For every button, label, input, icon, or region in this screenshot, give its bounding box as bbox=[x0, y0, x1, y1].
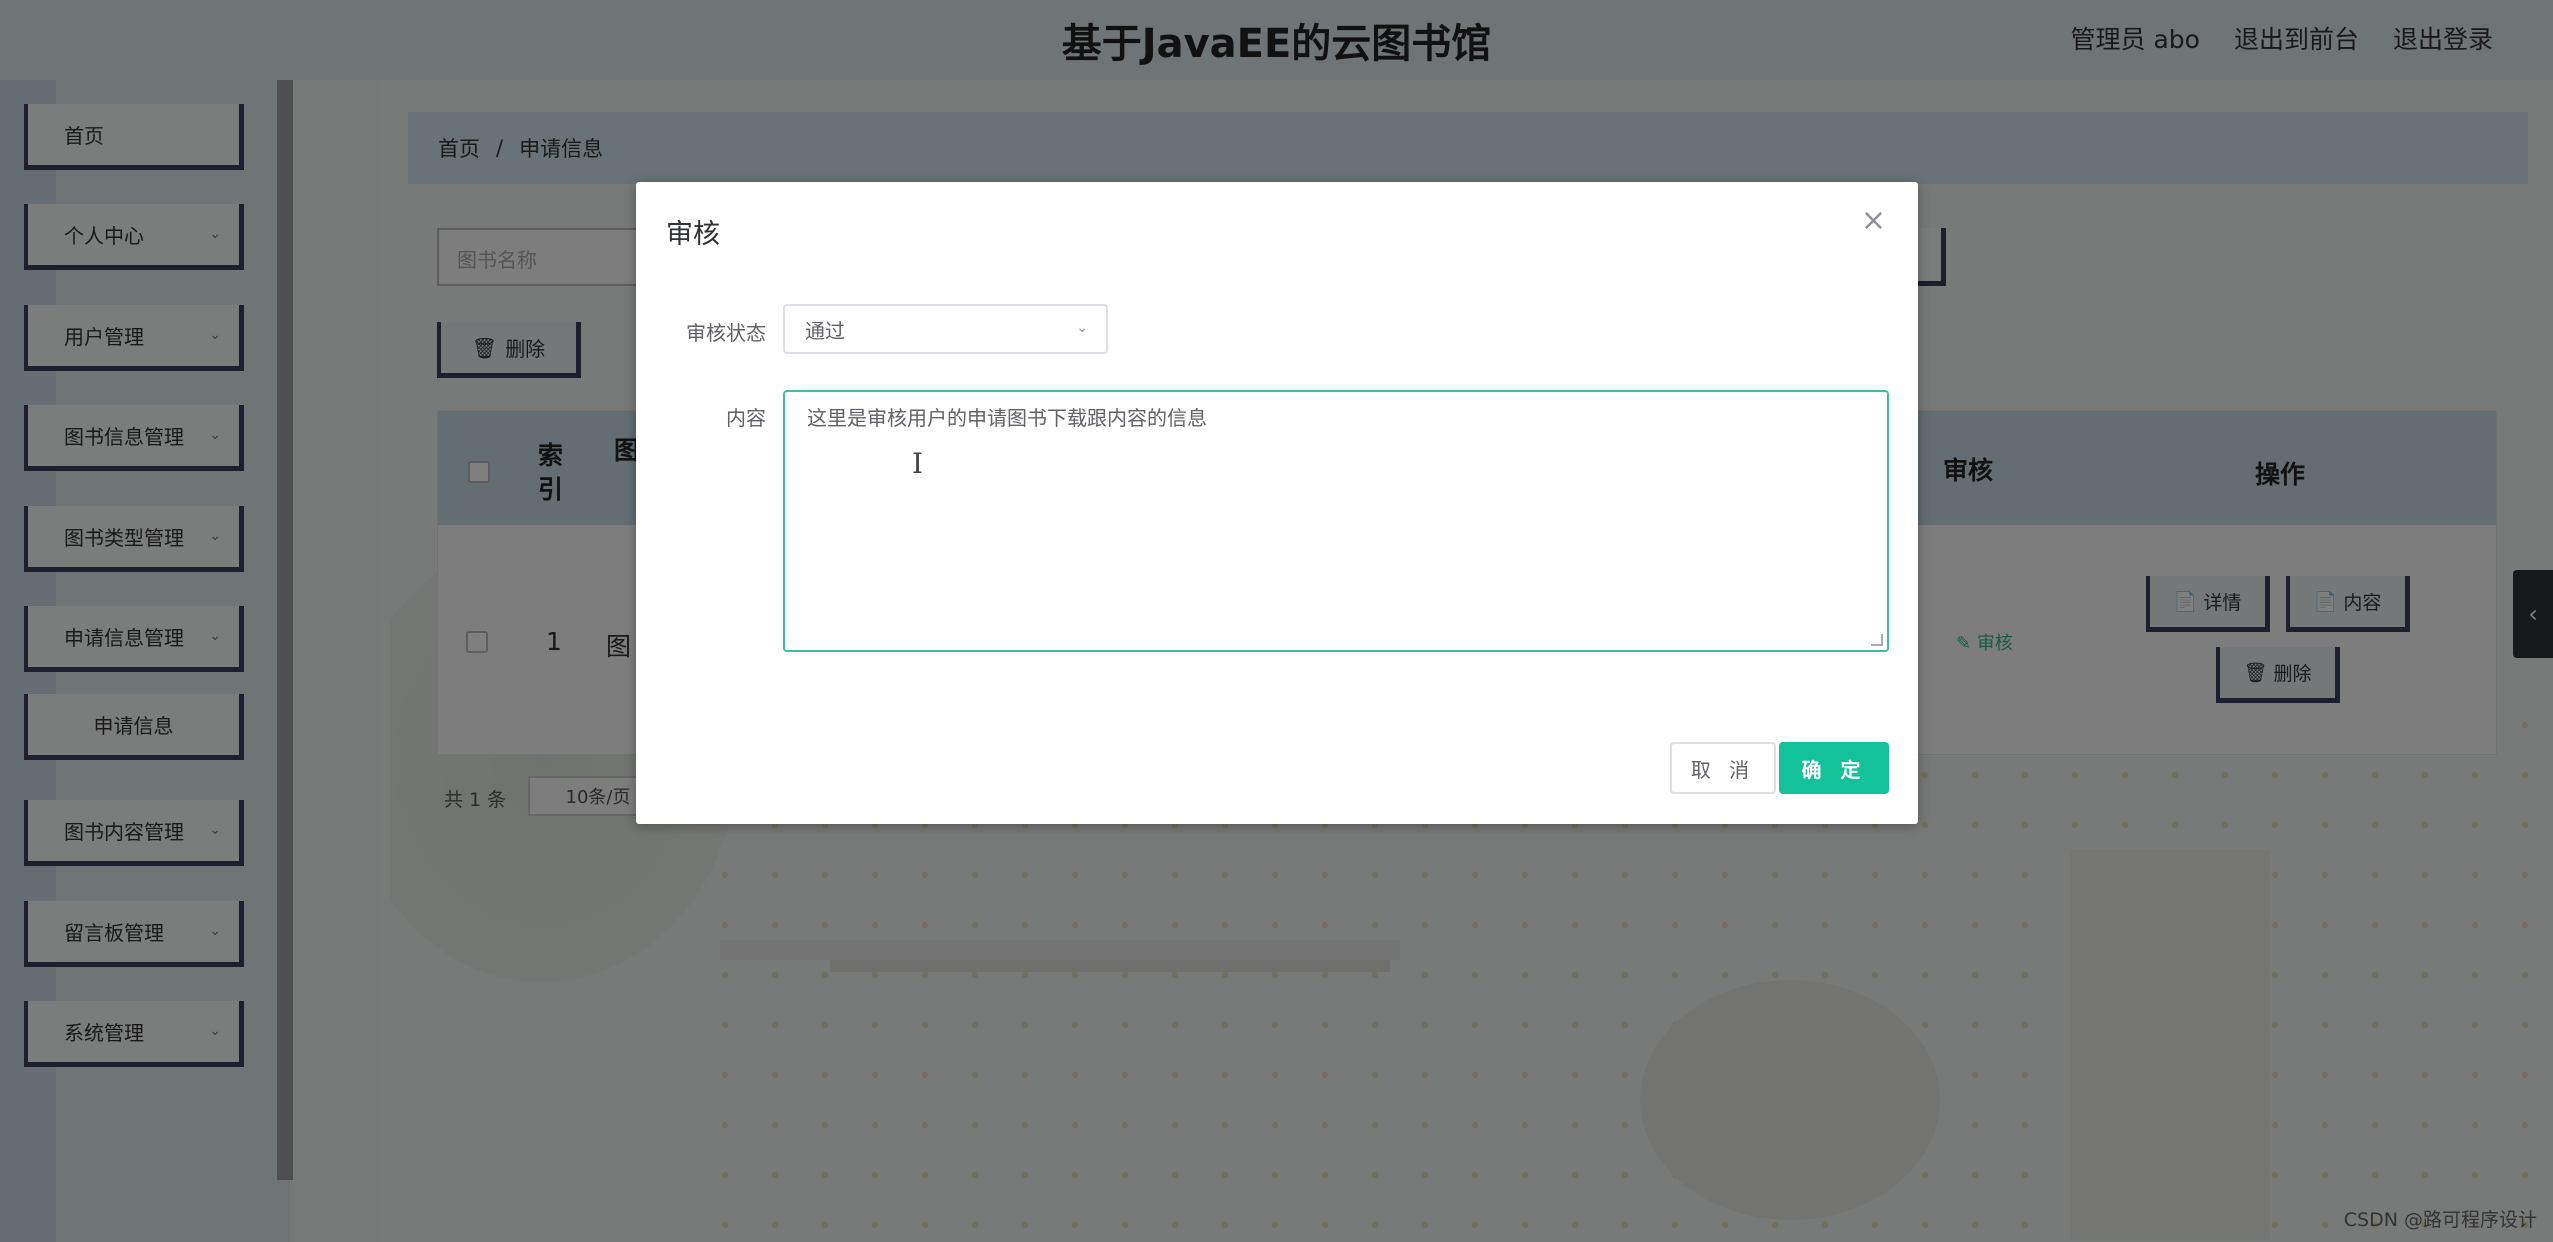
content-textarea-wrapper: 这里是审核用户的申请图书下载跟内容的信息 bbox=[783, 390, 1889, 652]
chevron-down-icon: ⌄ bbox=[1076, 320, 1088, 336]
content-label: 内容 bbox=[726, 406, 766, 430]
audit-status-label: 审核状态 bbox=[686, 321, 766, 345]
audit-status-select[interactable]: 通过 ⌄ bbox=[783, 304, 1108, 354]
resize-handle-icon[interactable] bbox=[1871, 634, 1883, 646]
cancel-button[interactable]: 取 消 bbox=[1670, 742, 1776, 794]
audit-status-value: 通过 bbox=[805, 318, 845, 343]
confirm-button[interactable]: 确 定 bbox=[1779, 742, 1889, 794]
audit-dialog: 审核 × 审核状态 通过 ⌄ 内容 这里是审核用户的申请图书下载跟内容的信息 I… bbox=[636, 182, 1918, 824]
content-textarea[interactable]: 这里是审核用户的申请图书下载跟内容的信息 bbox=[785, 392, 1887, 650]
close-icon[interactable]: × bbox=[1861, 206, 1886, 236]
text-cursor-icon: I bbox=[912, 447, 924, 480]
dialog-title: 审核 bbox=[666, 219, 720, 250]
